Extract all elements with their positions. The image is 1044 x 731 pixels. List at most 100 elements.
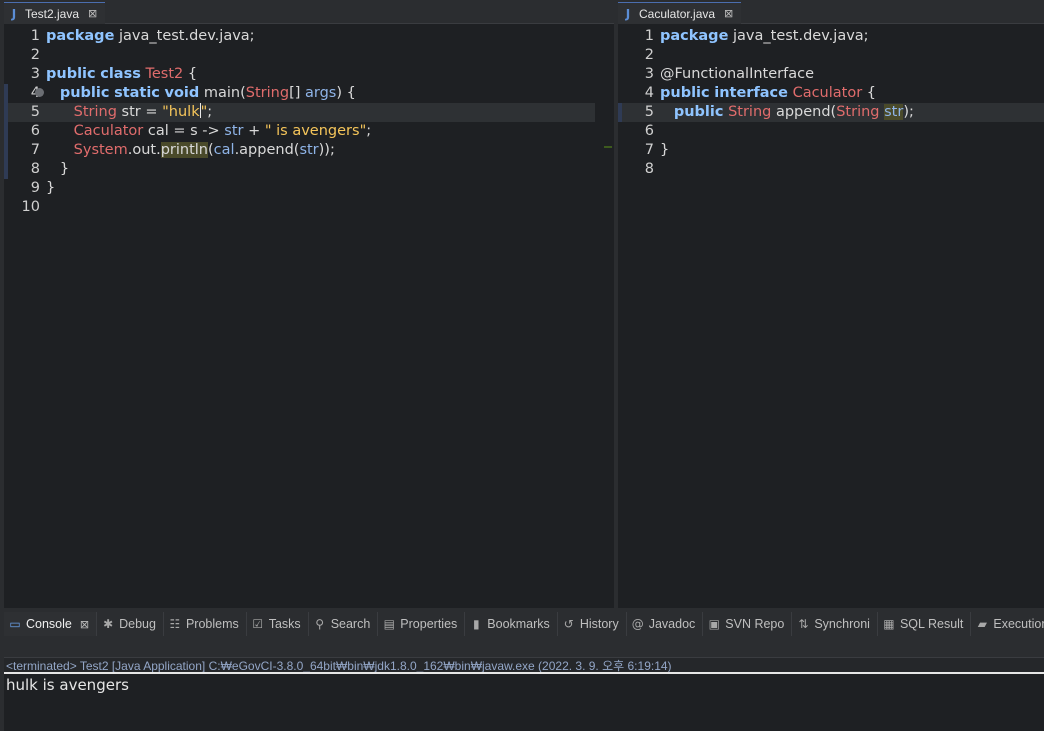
code-line[interactable]: 7} [618,141,1044,160]
line-number: 1 [644,28,654,44]
svn-repo-icon: ▣ [708,617,720,631]
tab-label: Problems [185,617,239,631]
code-line[interactable]: 3 @FunctionalInterface [618,65,1044,84]
code-line[interactable]: 5 public String append(String str); [618,103,1044,122]
bottom-tabbar: ▭ Console ⊠ ✱ Debug ☷ Problems ☑ Tasks ⚲ Search ▤ Pr… [4,612,1044,636]
code-line[interactable]: 1 package java_test.dev.java; [4,27,614,46]
code-line[interactable]: 1 package java_test.dev.java; [618,27,1044,46]
search-icon: ⚲ [315,617,325,631]
code-text: public interface Caculator { [660,85,877,101]
history-icon: ↺ [563,617,574,631]
console-toolbar [4,636,1044,658]
java-file-icon: J [625,6,631,21]
editor-pane-caculator[interactable]: J Caculator.java ⊠ 1 package java_test.de… [618,2,1044,608]
code-text: @FunctionalInterface [660,66,815,82]
tab-label: Bookmarks [487,617,550,631]
tab-bookmarks[interactable]: ▮ Bookmarks [465,612,558,636]
tab-svn-repo[interactable]: ▣ SVN Repo [703,612,793,636]
gutter-marker [4,122,8,141]
tab-problems[interactable]: ☷ Problems [164,612,247,636]
code-text: public static void main(String[] args) { [59,85,356,101]
line-number: 6 [30,123,40,139]
code-line[interactable]: 4 public static void main(String[] args)… [4,84,614,103]
console-output[interactable]: hulk is avengers [4,674,1044,696]
code-line[interactable]: 3 public class Test2 { [4,65,614,84]
code-text: Caculator cal = s -> str + " is avengers… [73,123,372,139]
code-line[interactable]: 5 String str = "hulk"; [4,103,595,122]
tab-label: Execution [993,617,1044,631]
code-area-right[interactable]: 1 package java_test.dev.java; 2 3 @Functiona… [618,24,1044,179]
synchronize-icon: ⇅ [798,617,809,631]
line-number: 3 [30,66,40,82]
bookmark-icon: ▮ [472,617,480,631]
tab-synchroni[interactable]: ⇅ Synchroni [792,612,878,636]
line-number: 5 [30,104,40,120]
overview-ruler-marker[interactable] [604,146,612,148]
code-line[interactable]: 6 Caculator cal = s -> str + " is avenge… [4,122,614,141]
code-area-left[interactable]: 1 package java_test.dev.java; 2 3 public cla… [4,24,614,217]
tab-label: Properties [400,617,458,631]
code-line[interactable]: 4 public interface Caculator { [618,84,1044,103]
tab-history[interactable]: ↺ History [558,612,627,636]
tab-label: Console [26,617,72,631]
javadoc-icon: @ [631,617,644,631]
fold-toggle-icon[interactable] [35,88,44,97]
tab-debug[interactable]: ✱ Debug [97,612,164,636]
close-icon[interactable]: ⊠ [80,618,89,631]
line-number: 5 [644,104,654,120]
tab-title: Caculator.java [639,6,716,21]
tab-caculator-java[interactable]: J Caculator.java ⊠ [618,2,742,24]
code-line[interactable]: 7 System.out.println(cal.append(str)); [4,141,614,160]
bottom-panel: ▭ Console ⊠ ✱ Debug ☷ Problems ☑ Tasks ⚲ Search ▤ Pr… [4,612,1044,731]
code-line[interactable]: 10 [4,198,614,217]
tab-label: Javadoc [648,617,696,631]
code-line[interactable]: 8 [618,160,1044,179]
line-number: 7 [644,142,654,158]
java-file-icon: J [11,6,17,21]
line-number: 7 [30,142,40,158]
tab-test2-java[interactable]: J Test2.java ⊠ [4,2,106,24]
console-icon: ▭ [9,617,21,631]
code-text: } [46,161,70,177]
code-text: package java_test.dev.java; [46,28,255,44]
sql-result-icon: ▦ [883,617,895,631]
line-number: 4 [644,85,654,101]
code-line[interactable]: 2 [618,46,1044,65]
tab-sql-result[interactable]: ▦ SQL Result [878,612,972,636]
tab-label: History [579,617,619,631]
tab-execution[interactable]: ▰ Execution [971,612,1044,636]
close-icon[interactable]: ⊠ [88,7,97,20]
code-text: } [660,142,670,158]
tab-label: Tasks [268,617,301,631]
line-number: 8 [30,161,40,177]
line-number: 3 [644,66,654,82]
code-text: public class Test2 { [46,66,198,82]
editor-tabbar-right: J Caculator.java ⊠ [618,2,1044,24]
tab-console[interactable]: ▭ Console ⊠ [4,612,98,636]
tab-label: Search [330,617,371,631]
code-line[interactable]: 9} [4,179,614,198]
code-line[interactable]: 6 [618,122,1044,141]
tab-javadoc[interactable]: @ Javadoc [627,612,704,636]
tab-title: Test2.java [25,6,80,21]
tab-label: SVN Repo [725,617,785,631]
editor-pane-test2[interactable]: J Test2.java ⊠ 1 package java_test.dev.ja… [4,2,614,608]
properties-icon: ▤ [383,617,395,631]
bug-icon: ✱ [103,617,114,631]
code-line[interactable]: 8 } [4,160,614,179]
code-text: } [46,180,56,196]
line-number: 1 [30,28,40,44]
line-number: 2 [644,47,654,63]
console-status: <terminated> Test2 [Java Application] C:… [4,658,1044,674]
editor-tabbar-left: J Test2.java ⊠ [4,2,614,24]
code-line[interactable]: 2 [4,46,614,65]
code-text: System.out.println(cal.append(str)); [73,142,335,158]
gutter-marker [618,103,622,122]
tab-search[interactable]: ⚲ Search [309,612,379,636]
tab-properties[interactable]: ▤ Properties [378,612,466,636]
gutter-marker [4,84,8,103]
close-icon[interactable]: ⊠ [724,7,733,20]
line-number: 2 [30,47,40,63]
execution-icon: ▰ [977,617,987,631]
tab-tasks[interactable]: ☑ Tasks [247,612,309,636]
